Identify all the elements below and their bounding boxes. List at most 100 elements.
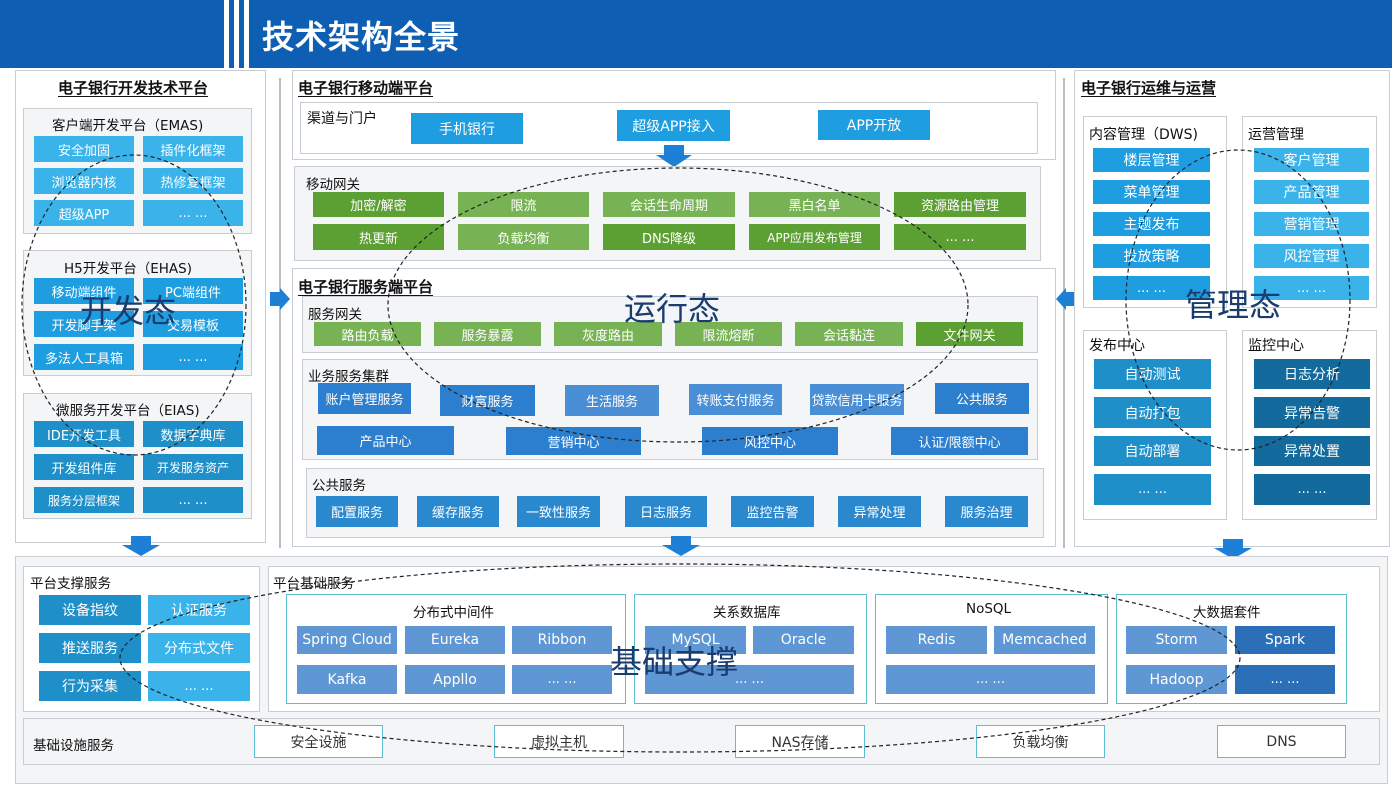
monitor-center-item[interactable]: 异常告警 — [1254, 397, 1370, 428]
bigdata-item[interactable]: ... ... — [1235, 665, 1335, 694]
service-gateway-item[interactable]: 路由负载 — [314, 322, 421, 346]
emas-item[interactable]: 插件化框架 — [143, 136, 243, 162]
dev-platform-title: 电子银行开发技术平台 — [58, 79, 209, 97]
gateway-item[interactable]: 加密/解密 — [313, 192, 444, 217]
business-item[interactable]: 账户管理服务 — [318, 383, 411, 414]
public-item[interactable]: 日志服务 — [625, 496, 707, 527]
eias-item[interactable]: ... ... — [143, 487, 243, 513]
gateway-item[interactable]: 黑白名单 — [749, 192, 880, 217]
bigdata-item[interactable]: Hadoop — [1126, 665, 1227, 694]
infra-item[interactable]: NAS存储 — [735, 725, 865, 758]
eias-item[interactable]: 开发服务资产 — [143, 454, 243, 480]
public-item[interactable]: 监控告警 — [731, 496, 814, 527]
support-item[interactable]: ... ... — [148, 671, 250, 701]
nosql-item[interactable]: Redis — [886, 626, 987, 654]
header-bar: 技术架构全景 — [0, 0, 1392, 68]
infra-panel — [23, 718, 1380, 765]
operation-mgmt-title: 运营管理 — [1248, 127, 1304, 143]
emas-item[interactable]: 超级APP — [34, 200, 134, 226]
middleware-item[interactable]: Spring Cloud — [297, 626, 397, 654]
platform-base-title: 平台基础服务 — [273, 576, 354, 592]
business-item[interactable]: 营销中心 — [506, 427, 641, 455]
gateway-item[interactable]: 限流 — [458, 192, 589, 217]
operation-mgmt-item[interactable]: 客户管理 — [1254, 148, 1369, 172]
ehas-item[interactable]: 多法人工具箱 — [34, 344, 134, 370]
infra-item[interactable]: DNS — [1217, 725, 1346, 758]
monitor-center-item[interactable]: 日志分析 — [1254, 359, 1370, 389]
gateway-item[interactable]: DNS降级 — [603, 224, 735, 250]
infra-item[interactable]: 安全设施 — [254, 725, 383, 758]
arrow-down-icon — [662, 536, 700, 556]
public-item[interactable]: 异常处理 — [838, 496, 921, 527]
gateway-item[interactable]: 热更新 — [313, 224, 444, 250]
operation-mgmt-item[interactable]: 产品管理 — [1254, 180, 1369, 204]
nosql-item[interactable]: ... ... — [886, 665, 1095, 694]
gateway-item[interactable]: 会话生命周期 — [603, 192, 735, 217]
eias-item[interactable]: IDE开发工具 — [34, 421, 134, 447]
public-item[interactable]: 缓存服务 — [417, 496, 499, 527]
release-center-item[interactable]: ... ... — [1094, 474, 1211, 505]
gateway-item[interactable]: 负载均衡 — [458, 224, 589, 250]
channel-item[interactable]: 手机银行 — [411, 113, 523, 144]
service-gateway-item[interactable]: 服务暴露 — [434, 322, 541, 346]
business-item[interactable]: 公共服务 — [935, 383, 1029, 414]
gateway-item[interactable]: 资源路由管理 — [894, 192, 1026, 217]
service-gateway-item[interactable]: 会话黏连 — [795, 322, 903, 346]
release-center-item[interactable]: 自动部署 — [1094, 436, 1211, 466]
public-item[interactable]: 服务治理 — [945, 496, 1028, 527]
operation-mgmt-item[interactable]: 风控管理 — [1254, 244, 1369, 268]
emas-title: 客户端开发平台（EMAS) — [52, 118, 204, 134]
business-item[interactable]: 贷款信用卡服务 — [810, 384, 904, 415]
rdb-item[interactable]: Oracle — [753, 626, 854, 654]
bigdata-item[interactable]: Storm — [1126, 626, 1227, 654]
public-services-title: 公共服务 — [312, 478, 366, 494]
monitor-center-item[interactable]: ... ... — [1254, 474, 1370, 505]
business-item[interactable]: 产品中心 — [317, 426, 454, 455]
nosql-title: NoSQL — [966, 601, 1012, 617]
support-item[interactable]: 分布式文件 — [148, 633, 250, 663]
monitor-center-item[interactable]: 异常处置 — [1254, 436, 1370, 466]
middleware-item[interactable]: ... ... — [512, 665, 612, 694]
support-item[interactable]: 推送服务 — [39, 633, 141, 663]
support-item[interactable]: 设备指纹 — [39, 595, 141, 625]
middleware-item[interactable]: Appllo — [405, 665, 505, 694]
emas-item[interactable]: 浏览器内核 — [34, 168, 134, 194]
emas-item[interactable]: 安全加固 — [34, 136, 134, 162]
middleware-item[interactable]: Kafka — [297, 665, 397, 694]
column-divider — [1063, 78, 1065, 548]
business-item[interactable]: 风控中心 — [702, 427, 838, 455]
emas-item[interactable]: ... ... — [143, 200, 243, 226]
infra-item[interactable]: 负载均衡 — [976, 725, 1105, 758]
channel-item[interactable]: APP开放 — [818, 110, 930, 140]
support-item[interactable]: 认证服务 — [148, 595, 250, 625]
emas-item[interactable]: 热修复框架 — [143, 168, 243, 194]
content-mgmt-item[interactable]: 楼层管理 — [1093, 148, 1210, 172]
eias-item[interactable]: 服务分层框架 — [34, 487, 134, 513]
release-center-item[interactable]: 自动打包 — [1094, 397, 1211, 428]
bigdata-item[interactable]: Spark — [1235, 626, 1335, 654]
public-item[interactable]: 一致性服务 — [517, 496, 600, 527]
channel-item[interactable]: 超级APP接入 — [617, 110, 730, 141]
infra-item[interactable]: 虚拟主机 — [494, 725, 624, 758]
support-item[interactable]: 行为采集 — [39, 671, 141, 701]
monitor-center-title: 监控中心 — [1248, 338, 1304, 354]
content-mgmt-item[interactable]: 菜单管理 — [1093, 180, 1210, 204]
public-item[interactable]: 配置服务 — [316, 496, 398, 527]
gateway-item[interactable]: APP应用发布管理 — [749, 224, 880, 250]
gateway-item[interactable]: ... ... — [894, 224, 1026, 250]
content-mgmt-item[interactable]: 主题发布 — [1093, 212, 1210, 236]
business-item[interactable]: 生活服务 — [565, 385, 659, 416]
eias-item[interactable]: 数据字典库 — [143, 421, 243, 447]
ehas-item[interactable]: ... ... — [143, 344, 243, 370]
business-item[interactable]: 认证/限额中心 — [891, 427, 1028, 455]
eias-item[interactable]: 开发组件库 — [34, 454, 134, 480]
middleware-item[interactable]: Ribbon — [512, 626, 612, 654]
business-item[interactable]: 转账支付服务 — [689, 384, 782, 415]
middleware-item[interactable]: Eureka — [405, 626, 505, 654]
nosql-item[interactable]: Memcached — [994, 626, 1095, 654]
content-mgmt-item[interactable]: 投放策略 — [1093, 244, 1210, 268]
release-center-item[interactable]: 自动测试 — [1094, 359, 1211, 389]
operation-mgmt-item[interactable]: 营销管理 — [1254, 212, 1369, 236]
business-item[interactable]: 财富服务 — [440, 385, 535, 416]
service-gateway-item[interactable]: 文件网关 — [916, 322, 1023, 346]
